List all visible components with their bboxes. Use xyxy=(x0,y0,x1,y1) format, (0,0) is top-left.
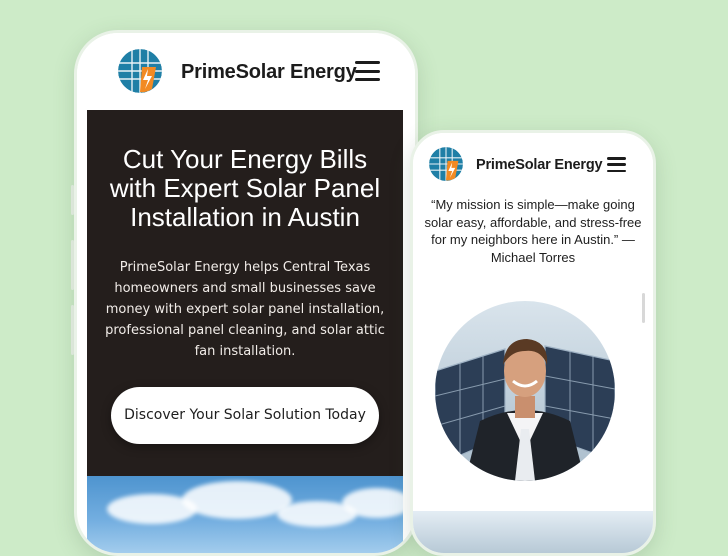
mobile-phone-about-screen: PrimeSolar Energy “My mission is simple—… xyxy=(410,130,656,556)
next-section-image-preview xyxy=(413,511,653,553)
brand-name[interactable]: PrimeSolar Energy xyxy=(181,61,357,84)
hamburger-menu-icon[interactable] xyxy=(355,61,380,81)
solar-globe-bolt-icon[interactable] xyxy=(118,49,162,93)
site-header: PrimeSolar Energy xyxy=(413,133,653,193)
brand-name[interactable]: PrimeSolar Energy xyxy=(476,157,603,173)
sky-hero-image xyxy=(87,476,403,553)
hero-description: PrimeSolar Energy helps Central Texas ho… xyxy=(105,260,385,359)
solar-globe-bolt-icon[interactable] xyxy=(429,147,463,181)
site-header: PrimeSolar Energy xyxy=(77,33,415,110)
discover-solar-solution-button[interactable]: Discover Your Solar Solution Today xyxy=(111,387,379,444)
scrollbar[interactable] xyxy=(642,293,645,323)
founder-quote: “My mission is simple—make going solar e… xyxy=(424,197,642,265)
cloud xyxy=(182,481,292,519)
hamburger-menu-icon[interactable] xyxy=(607,157,626,172)
hero-title: Cut Your Energy Bills with Expert Solar … xyxy=(109,144,381,232)
hero-section: Cut Your Energy Bills with Expert Solar … xyxy=(87,110,403,476)
mobile-phone-home-screen: PrimeSolar Energy Cut Your Energy Bills … xyxy=(74,30,418,556)
founder-portrait-image xyxy=(435,301,615,481)
cloud xyxy=(342,488,403,518)
